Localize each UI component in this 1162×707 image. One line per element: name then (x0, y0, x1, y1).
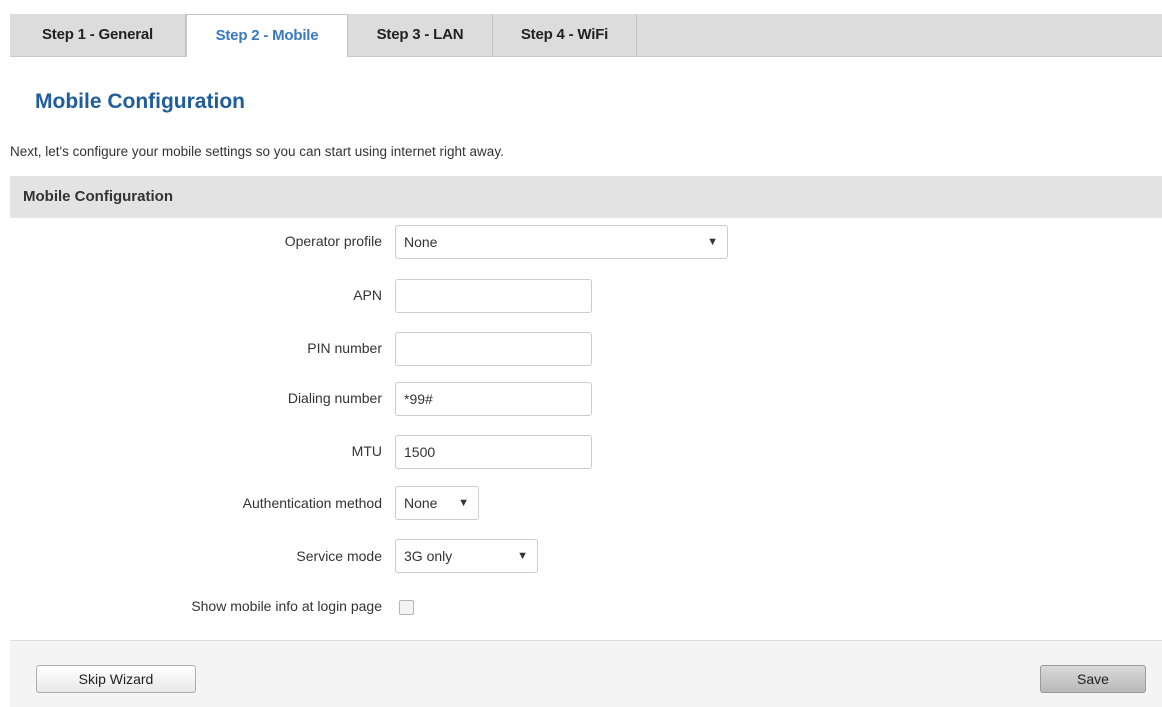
service-mode-value: 3G only (404, 548, 453, 564)
tab-lan[interactable]: Step 3 - LAN (348, 14, 493, 56)
save-button[interactable]: Save (1040, 665, 1146, 693)
show-mobile-info-label: Show mobile info at login page (191, 598, 382, 614)
tab-general[interactable]: Step 1 - General (10, 14, 186, 56)
auth-method-value: None (404, 495, 438, 511)
pin-label: PIN number (307, 340, 382, 356)
auth-method-select[interactable]: None ▼ (395, 486, 479, 520)
service-mode-select[interactable]: 3G only ▼ (395, 539, 538, 573)
top-strip (0, 0, 1162, 8)
dialing-number-input[interactable] (395, 382, 592, 416)
dialing-number-label: Dialing number (287, 390, 382, 406)
skip-wizard-button[interactable]: Skip Wizard (36, 665, 196, 693)
show-mobile-info-checkbox[interactable] (399, 600, 414, 615)
tab-wifi[interactable]: Step 4 - WiFi (493, 14, 637, 56)
page-title: Mobile Configuration (35, 90, 245, 113)
apn-input[interactable] (395, 279, 592, 313)
tab-mobile[interactable]: Step 2 - Mobile (186, 14, 348, 57)
operator-profile-label: Operator profile (284, 233, 382, 249)
section-header: Mobile Configuration (10, 176, 1162, 218)
chevron-down-icon: ▼ (707, 236, 718, 248)
wizard-tabs: Step 1 - General Step 2 - Mobile Step 3 … (10, 14, 1162, 57)
auth-method-label: Authentication method (242, 495, 382, 511)
service-mode-label: Service mode (296, 548, 382, 564)
apn-label: APN (353, 287, 382, 303)
operator-profile-select[interactable]: None ▼ (395, 225, 728, 259)
intro-text: Next, let's configure your mobile settin… (10, 144, 504, 159)
mtu-label: MTU (351, 443, 382, 459)
mtu-input[interactable] (395, 435, 592, 469)
chevron-down-icon: ▼ (458, 497, 469, 509)
operator-profile-value: None (404, 234, 438, 250)
pin-input[interactable] (395, 332, 592, 366)
chevron-down-icon: ▼ (517, 550, 528, 562)
